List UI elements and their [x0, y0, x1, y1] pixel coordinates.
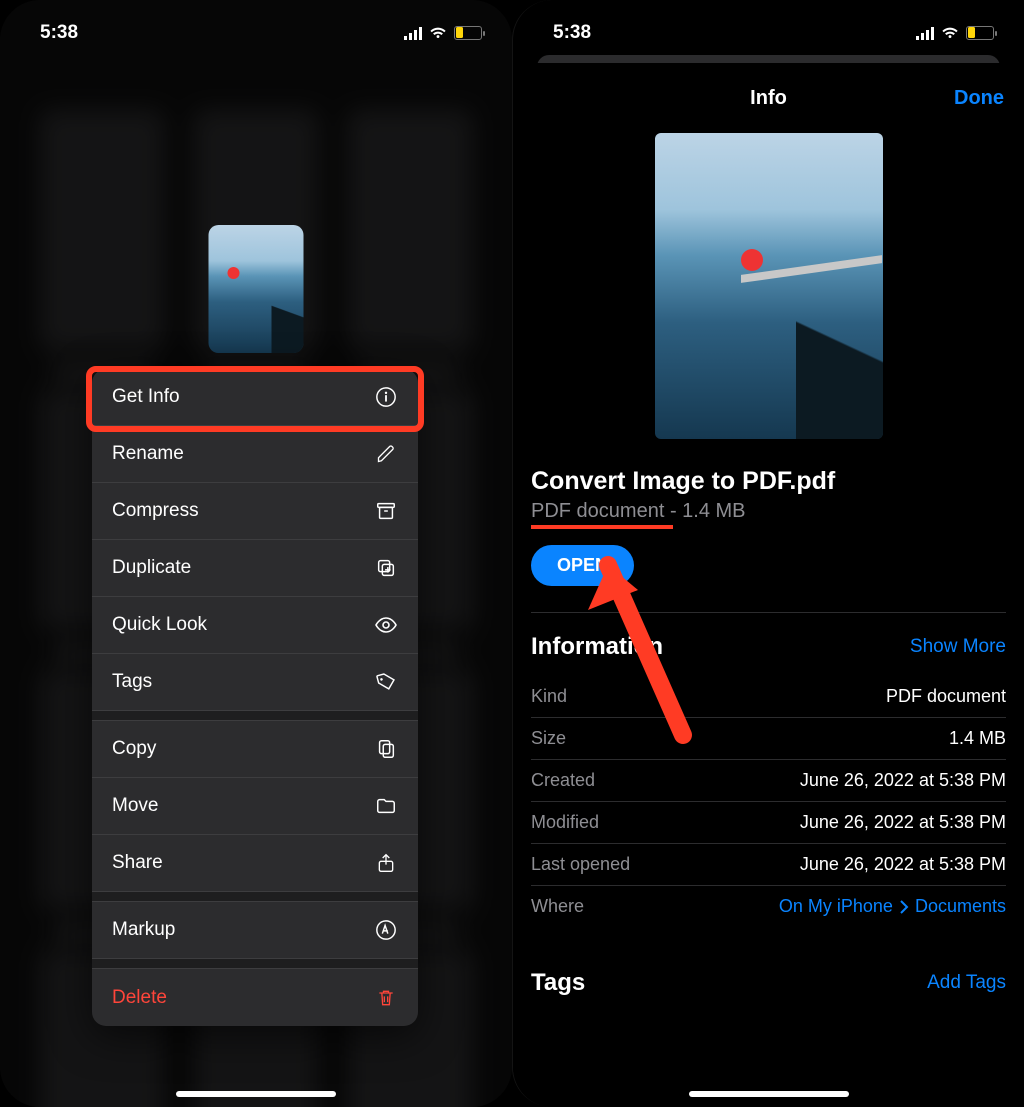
battery-icon — [454, 26, 482, 40]
trash-icon — [374, 986, 398, 1010]
meta-value: June 26, 2022 at 5:38 PM — [800, 854, 1006, 875]
wifi-icon — [941, 26, 959, 40]
meta-label: Modified — [531, 812, 599, 833]
menu-item-duplicate[interactable]: Duplicate — [92, 540, 418, 597]
status-time: 5:38 — [40, 22, 78, 44]
meta-row-modified: Modified June 26, 2022 at 5:38 PM — [531, 801, 1006, 843]
meta-row-where[interactable]: Where On My iPhone Documents — [531, 885, 1006, 927]
menu-label: Quick Look — [112, 614, 207, 636]
context-menu: Get Info Rename Compress Duplicate Quick… — [92, 369, 418, 1026]
meta-label: Where — [531, 896, 584, 917]
nav-title: Info — [750, 87, 787, 110]
menu-label: Rename — [112, 443, 184, 465]
status-bar: 5:38 — [0, 0, 512, 55]
information-header: Information — [531, 633, 663, 661]
menu-item-share[interactable]: Share — [92, 835, 418, 892]
where-location: On My iPhone — [779, 896, 893, 917]
tag-icon — [374, 670, 398, 694]
meta-row-last-opened: Last opened June 26, 2022 at 5:38 PM — [531, 843, 1006, 885]
file-name: Convert Image to PDF.pdf — [531, 467, 1006, 496]
metadata-list: Kind PDF document Size 1.4 MB Created Ju… — [531, 675, 1006, 927]
menu-item-rename[interactable]: Rename — [92, 426, 418, 483]
file-preview-thumbnail[interactable] — [655, 133, 883, 439]
menu-label: Compress — [112, 500, 199, 522]
divider — [531, 612, 1006, 613]
cellular-icon — [404, 26, 422, 40]
meta-label: Last opened — [531, 854, 630, 875]
screen-context-menu: 5:38 Get Info Rename Compress — [0, 0, 512, 1107]
menu-label: Share — [112, 852, 163, 874]
nav-bar: Info Done — [531, 63, 1006, 133]
home-indicator[interactable] — [689, 1091, 849, 1097]
screen-info-sheet: 5:38 Info Done Convert Image to PDF.pdf … — [512, 0, 1024, 1107]
meta-label: Size — [531, 728, 566, 749]
duplicate-icon — [374, 556, 398, 580]
menu-separator — [92, 959, 418, 969]
wifi-icon — [429, 26, 447, 40]
menu-item-tags[interactable]: Tags — [92, 654, 418, 711]
open-button[interactable]: OPEN — [531, 545, 634, 586]
show-more-button[interactable]: Show More — [910, 636, 1006, 658]
meta-value: June 26, 2022 at 5:38 PM — [800, 770, 1006, 791]
menu-label: Tags — [112, 671, 152, 693]
eye-icon — [374, 613, 398, 637]
cellular-icon — [916, 26, 934, 40]
home-indicator[interactable] — [176, 1091, 336, 1097]
info-sheet: Info Done Convert Image to PDF.pdf PDF d… — [513, 63, 1024, 1107]
done-button[interactable]: Done — [954, 87, 1004, 110]
pencil-icon — [374, 442, 398, 466]
menu-item-markup[interactable]: Markup — [92, 902, 418, 959]
menu-item-get-info[interactable]: Get Info — [92, 369, 418, 426]
battery-icon — [966, 26, 994, 40]
meta-value: June 26, 2022 at 5:38 PM — [800, 812, 1006, 833]
add-tags-button[interactable]: Add Tags — [927, 972, 1006, 994]
selected-file-thumbnail[interactable] — [209, 225, 304, 353]
where-path[interactable]: On My iPhone Documents — [779, 896, 1006, 917]
markup-icon — [374, 918, 398, 942]
status-icons — [916, 26, 994, 40]
file-subtitle: PDF document - 1.4 MB — [531, 500, 1006, 523]
status-bar: 5:38 — [513, 0, 1024, 55]
menu-label: Move — [112, 795, 158, 817]
menu-separator — [92, 892, 418, 902]
annotation-underline — [531, 525, 673, 529]
info-icon — [374, 385, 398, 409]
tags-header: Tags — [531, 969, 585, 997]
meta-label: Kind — [531, 686, 567, 707]
menu-label: Duplicate — [112, 557, 191, 579]
status-time: 5:38 — [553, 22, 591, 44]
menu-label: Get Info — [112, 386, 180, 408]
archivebox-icon — [374, 499, 398, 523]
menu-label: Markup — [112, 919, 175, 941]
chevron-right-icon — [899, 900, 909, 914]
meta-value: 1.4 MB — [949, 728, 1006, 749]
meta-row-created: Created June 26, 2022 at 5:38 PM — [531, 759, 1006, 801]
meta-value: PDF document — [886, 686, 1006, 707]
menu-item-copy[interactable]: Copy — [92, 721, 418, 778]
menu-label: Delete — [112, 987, 167, 1009]
where-folder: Documents — [915, 896, 1006, 917]
menu-label: Copy — [112, 738, 156, 760]
meta-row-size: Size 1.4 MB — [531, 717, 1006, 759]
menu-separator — [92, 711, 418, 721]
menu-item-move[interactable]: Move — [92, 778, 418, 835]
status-icons — [404, 26, 482, 40]
meta-label: Created — [531, 770, 595, 791]
folder-icon — [374, 794, 398, 818]
menu-item-quick-look[interactable]: Quick Look — [92, 597, 418, 654]
menu-item-compress[interactable]: Compress — [92, 483, 418, 540]
meta-row-kind: Kind PDF document — [531, 675, 1006, 717]
share-icon — [374, 851, 398, 875]
menu-item-delete[interactable]: Delete — [92, 969, 418, 1026]
copy-icon — [374, 737, 398, 761]
